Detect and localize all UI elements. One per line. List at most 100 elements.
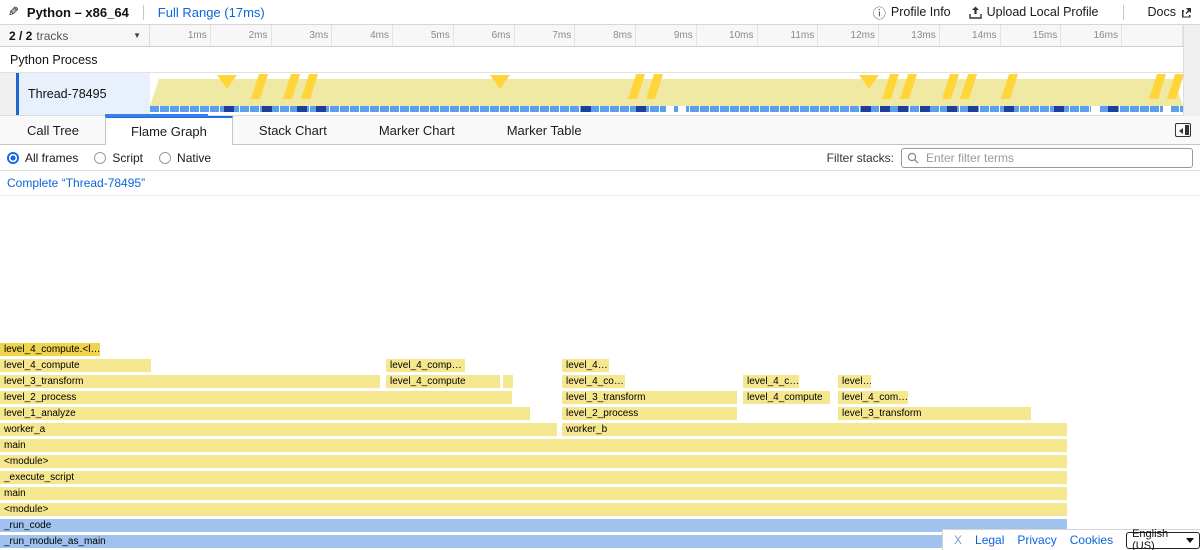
- sample-dense-segment: [1108, 106, 1118, 112]
- ruler-tick-11ms: 11ms: [758, 25, 819, 46]
- time-ruler: 1ms2ms3ms4ms5ms6ms7ms8ms9ms10ms11ms12ms1…: [150, 25, 1183, 46]
- flame-bar[interactable]: level_4_compute.<l…: [0, 343, 100, 356]
- sample-dense-segment: [920, 106, 930, 112]
- upload-local-profile-button[interactable]: Upload Local Profile: [969, 5, 1099, 19]
- tab-call-tree[interactable]: Call Tree: [1, 116, 105, 144]
- thread-activity-graph[interactable]: [150, 73, 1183, 115]
- footer-link-cookies[interactable]: Cookies: [1070, 533, 1113, 547]
- flame-bar[interactable]: level_4_c…: [743, 375, 799, 388]
- sample-gap: [678, 106, 686, 112]
- flame-bar[interactable]: worker_a: [0, 423, 557, 436]
- panel-tabbar: Call TreeFlame GraphStack ChartMarker Ch…: [0, 116, 1200, 145]
- radio-native[interactable]: Native: [159, 151, 211, 165]
- info-icon: ⓘ: [873, 3, 886, 22]
- docs-link[interactable]: Docs: [1148, 5, 1192, 19]
- flame-bar[interactable]: [503, 375, 513, 388]
- flame-bar[interactable]: level_1_analyze: [0, 407, 530, 420]
- radio-script[interactable]: Script: [94, 151, 143, 165]
- flame-bar[interactable]: main: [0, 487, 1067, 500]
- sample-dense-segment: [861, 106, 871, 112]
- flame-bar[interactable]: _execute_script: [0, 471, 1067, 484]
- language-select-value: English (US): [1132, 528, 1186, 550]
- flame-bar[interactable]: level_2_process: [0, 391, 512, 404]
- flame-bar[interactable]: main: [0, 439, 1067, 452]
- sample-gap: [666, 106, 674, 112]
- gc-marker-triangle-icon: [859, 75, 879, 89]
- ruler-tick-7ms: 7ms: [515, 25, 576, 46]
- track-gutter: [0, 73, 16, 115]
- sample-dense-segment: [968, 106, 978, 112]
- radio-all-frames[interactable]: All frames: [7, 151, 78, 165]
- sidebar-toggle-icon[interactable]: [1175, 123, 1191, 137]
- radio-label: Native: [177, 151, 211, 165]
- ruler-tick-3ms: 3ms: [272, 25, 333, 46]
- radio-circle-icon: [7, 152, 19, 164]
- ruler-tick-15ms: 15ms: [1001, 25, 1062, 46]
- thread-label[interactable]: Thread-78495: [19, 73, 150, 115]
- sample-dense-segment: [636, 106, 646, 112]
- flame-bar[interactable]: level_4_com…: [838, 391, 908, 404]
- flame-bar[interactable]: level_3_transform: [0, 375, 380, 388]
- top-header: ✎ Python – x86_64 Full Range (17ms) ⓘ Pr…: [0, 0, 1200, 25]
- tab-marker-chart[interactable]: Marker Chart: [353, 116, 481, 144]
- full-range-link[interactable]: Full Range (17ms): [158, 5, 265, 20]
- flame-bar[interactable]: level_4_co…: [562, 375, 625, 388]
- ruler-tick-1ms: 1ms: [150, 25, 211, 46]
- timeline-ruler-row: 2 / 2 tracks ▼ 1ms2ms3ms4ms5ms6ms7ms8ms9…: [0, 25, 1200, 47]
- ruler-tick-8ms: 8ms: [575, 25, 636, 46]
- flame-bar[interactable]: level_2_process: [562, 407, 737, 420]
- flame-bar[interactable]: level_3_transform: [562, 391, 737, 404]
- profile-info-button[interactable]: ⓘ Profile Info: [873, 3, 951, 22]
- sample-dense-segment: [316, 106, 326, 112]
- footer-link-x[interactable]: X: [954, 533, 962, 547]
- radio-label: Script: [112, 151, 143, 165]
- profiler-app: ✎ Python – x86_64 Full Range (17ms) ⓘ Pr…: [0, 0, 1200, 550]
- footer-link-legal[interactable]: Legal: [975, 533, 1004, 547]
- flame-bar[interactable]: <module>: [0, 455, 1067, 468]
- ruler-tick-12ms: 12ms: [818, 25, 879, 46]
- breadcrumb-row: Complete “Thread-78495”: [0, 171, 1200, 196]
- flame-bar[interactable]: level…: [838, 375, 871, 388]
- edit-pencil-icon[interactable]: ✎: [8, 4, 19, 20]
- radio-circle-icon: [94, 152, 106, 164]
- timeline-right-margin: [1183, 25, 1200, 116]
- tracks-dropdown[interactable]: 2 / 2 tracks ▼: [0, 25, 150, 46]
- track-python-process[interactable]: Python Process: [0, 47, 1200, 73]
- sample-gap: [1091, 106, 1099, 112]
- ruler-tick-2ms: 2ms: [211, 25, 272, 46]
- frame-filter-controls: All frames Script Native Filter stacks:: [0, 145, 1200, 171]
- divider: [1123, 5, 1124, 20]
- flame-bar[interactable]: level_3_transform: [838, 407, 1031, 420]
- language-select[interactable]: English (US): [1126, 532, 1200, 549]
- sample-dense-segment: [1054, 106, 1064, 112]
- process-label: Python Process: [10, 53, 98, 67]
- flame-bar[interactable]: worker_b: [562, 423, 1067, 436]
- track-scroll-indicator: [105, 114, 208, 117]
- flame-bar[interactable]: level_4_compute: [0, 359, 151, 372]
- tab-flame-graph[interactable]: Flame Graph: [105, 116, 233, 145]
- filter-stacks-input[interactable]: [901, 148, 1193, 168]
- sample-dense-segment: [297, 106, 307, 112]
- flame-bar[interactable]: _run_code: [0, 519, 1067, 532]
- flame-bar[interactable]: level_4_compute: [743, 391, 830, 404]
- flame-bar[interactable]: level_4_compute: [386, 375, 500, 388]
- upload-icon: [969, 6, 982, 19]
- chevron-down-icon: [1186, 538, 1194, 543]
- tab-stack-chart[interactable]: Stack Chart: [233, 116, 353, 144]
- tab-marker-table[interactable]: Marker Table: [481, 116, 608, 144]
- sample-gap: [1163, 106, 1171, 112]
- sample-dense-segment: [581, 106, 591, 112]
- sample-dense-segment: [1004, 106, 1014, 112]
- flame-bar[interactable]: level_4…: [562, 359, 609, 372]
- breadcrumb[interactable]: Complete “Thread-78495”: [7, 176, 145, 190]
- chevron-down-icon: ▼: [133, 31, 141, 40]
- ruler-tick-16ms: 16ms: [1061, 25, 1122, 46]
- footer-link-privacy[interactable]: Privacy: [1017, 533, 1056, 547]
- flame-graph-canvas[interactable]: level_4_compute.<l… level_4_compute level_…: [0, 196, 1200, 550]
- flame-bar[interactable]: level_4_comp…: [386, 359, 465, 372]
- flame-bar[interactable]: _run_module_as_main: [0, 535, 1067, 548]
- filter-stacks-label: Filter stacks:: [827, 151, 894, 165]
- gc-marker-triangle-icon: [217, 75, 237, 89]
- flame-bar[interactable]: <module>: [0, 503, 1067, 516]
- footer: X Legal Privacy Cookies English (US): [942, 529, 1200, 550]
